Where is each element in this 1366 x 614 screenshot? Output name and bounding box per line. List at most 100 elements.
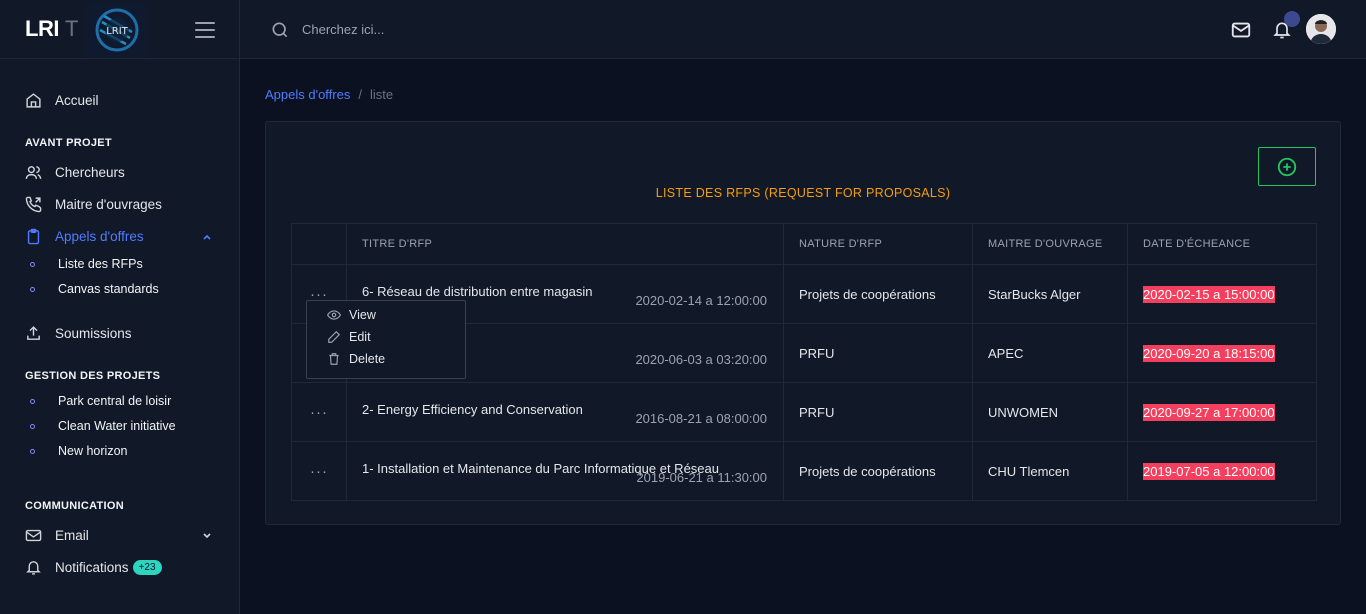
rfp-nature: PRFU (783, 382, 973, 442)
notifications-badge: +23 (132, 560, 162, 575)
rfp-nature: PRFU (783, 323, 973, 383)
menu-toggle-icon[interactable] (195, 22, 215, 38)
view-menu-label: View (349, 308, 376, 322)
subnav-liste-rfps[interactable]: Liste des RFPs (30, 257, 143, 271)
nav-maitres[interactable]: Maitre d'ouvrages (25, 196, 162, 213)
nav-chercheurs[interactable]: Chercheurs (25, 164, 125, 181)
bullet-icon (30, 398, 35, 404)
nav-appels[interactable]: Appels d'offres (25, 228, 144, 245)
subnav-projet-water-label: Clean Water initiative (58, 419, 176, 433)
subnav-projet-water[interactable]: Clean Water initiative (30, 419, 176, 433)
upload-icon (27, 326, 40, 340)
rfp-deadline-cell: 2020-09-27 a 17:00:00 (1127, 382, 1317, 442)
section-avant-projet: AVANT PROJET (25, 137, 112, 149)
subnav-canvas-label: Canvas standards (58, 282, 159, 296)
delete-menu-item[interactable]: Delete (327, 352, 385, 366)
mail-icon (25, 529, 42, 542)
subnav-projet-park-label: Park central de loisir (58, 394, 172, 408)
nav-accueil-label: Accueil (55, 93, 99, 108)
brand-logo: LRIT (86, 2, 146, 58)
users-icon (25, 166, 42, 179)
subnav-projet-horizon-label: New horizon (58, 444, 128, 458)
view-menu-item[interactable]: View (327, 308, 376, 322)
rfp-maitre: CHU Tlemcen (972, 441, 1128, 501)
subnav-projet-park[interactable]: Park central de loisir (30, 394, 171, 408)
brand-name[interactable]: LRI T (25, 16, 78, 42)
subnav-liste-rfps-label: Liste des RFPs (58, 257, 143, 271)
column-date: DATE D'ÉCHEANCE (1127, 223, 1317, 265)
nav-appels-label: Appels d'offres (55, 229, 144, 244)
breadcrumb-separator: / (358, 87, 362, 102)
edit-menu-item[interactable]: Edit (327, 330, 371, 344)
nav-notifications-label: Notifications (55, 560, 129, 575)
table-row[interactable]: ··· 2- Energy Efficiency and Conservatio… (291, 382, 1317, 442)
rfp-deadline: 2019-07-05 a 12:00:00 (1143, 462, 1275, 480)
table-row[interactable]: ··· 1- Installation et Maintenance du Pa… (291, 441, 1317, 501)
row-actions-menu[interactable]: ··· (291, 441, 347, 501)
search-input[interactable] (302, 18, 602, 40)
search-icon[interactable] (270, 20, 290, 40)
breadcrumb: Appels d'offres / liste (265, 87, 393, 102)
eye-icon (327, 310, 341, 320)
rfp-created-date: 2020-02-14 a 12:00:00 (635, 293, 767, 308)
column-maitre: MAITRE D'OUVRAGE (972, 223, 1128, 265)
page-title: LISTE DES RFPS (REQUEST FOR PROPOSALS) (655, 186, 951, 200)
nav-chercheurs-label: Chercheurs (55, 165, 125, 180)
nav-email[interactable]: Email (25, 527, 89, 544)
clipboard-icon (27, 228, 40, 245)
chevron-down-icon[interactable] (201, 530, 213, 542)
column-actions (291, 223, 347, 265)
plus-circle-icon (1277, 157, 1297, 176)
bullet-icon (30, 261, 35, 267)
add-rfp-button[interactable] (1258, 147, 1316, 186)
nav-notifications[interactable]: Notifications +23 (25, 559, 162, 576)
rfp-deadline: 2020-02-15 a 15:00:00 (1143, 285, 1275, 303)
column-titre: TITRE D'RFP (346, 223, 784, 265)
pencil-icon (328, 330, 341, 343)
rfp-created-date: 2020-06-03 a 03:20:00 (635, 352, 767, 367)
section-communication: COMMUNICATION (25, 500, 125, 512)
notifications-button[interactable] (1270, 11, 1300, 41)
rfp-deadline-cell: 2020-09-20 a 18:15:00 (1127, 323, 1317, 383)
bell-icon (26, 561, 41, 575)
rfp-maitre: APEC (972, 323, 1128, 383)
bullet-icon (30, 286, 35, 292)
nav-maitres-label: Maitre d'ouvrages (55, 197, 162, 212)
nav-accueil[interactable]: Accueil (25, 92, 99, 109)
rfp-title-cell: 2- Energy Efficiency and Conservation 20… (346, 382, 784, 442)
edit-menu-label: Edit (349, 330, 371, 344)
table-header-row: TITRE D'RFP NATURE D'RFP MAITRE D'OUVRAG… (291, 223, 1317, 265)
section-gestion: GESTION DES PROJETS (25, 370, 161, 382)
subnav-canvas[interactable]: Canvas standards (30, 282, 159, 296)
rfp-maitre: StarBucks Alger (972, 264, 1128, 324)
breadcrumb-current: liste (369, 87, 394, 102)
rfp-maitre: UNWOMEN (972, 382, 1128, 442)
delete-menu-label: Delete (349, 352, 386, 366)
bell-icon (1273, 22, 1291, 39)
mail-icon[interactable] (1230, 19, 1252, 41)
home-icon (26, 93, 41, 108)
bullet-icon (30, 448, 35, 454)
column-nature: NATURE D'RFP (783, 223, 973, 265)
topbar (240, 0, 1366, 59)
chevron-up-icon[interactable] (201, 231, 213, 243)
avatar[interactable] (1306, 14, 1336, 44)
breadcrumb-parent-link[interactable]: Appels d'offres (265, 87, 350, 102)
nav-email-label: Email (55, 528, 89, 543)
nav-soumissions-label: Soumissions (55, 326, 132, 341)
subnav-projet-horizon[interactable]: New horizon (30, 444, 127, 458)
brand: LRI T LRIT (0, 0, 239, 59)
rfp-nature: Projets de coopérations (783, 264, 973, 324)
rfp-created-date: 2016-08-21 a 08:00:00 (635, 411, 767, 426)
bullet-icon (30, 423, 35, 429)
rfp-deadline-cell: 2020-02-15 a 15:00:00 (1127, 264, 1317, 324)
svg-text:LRIT: LRIT (106, 26, 128, 37)
brand-suffix: T (64, 16, 78, 41)
phone-icon (25, 196, 42, 213)
row-actions-dropdown: View Edit Delete (306, 300, 466, 379)
sidebar: LRI T LRIT Accueil AVANT PROJET Chercheur… (0, 0, 240, 614)
nav-soumissions[interactable]: Soumissions (25, 325, 132, 342)
brand-name-text: LRI (25, 16, 59, 41)
row-actions-menu[interactable]: ··· (291, 382, 347, 442)
rfp-created-date: 2019-06-21 a 11:30:00 (636, 470, 767, 485)
